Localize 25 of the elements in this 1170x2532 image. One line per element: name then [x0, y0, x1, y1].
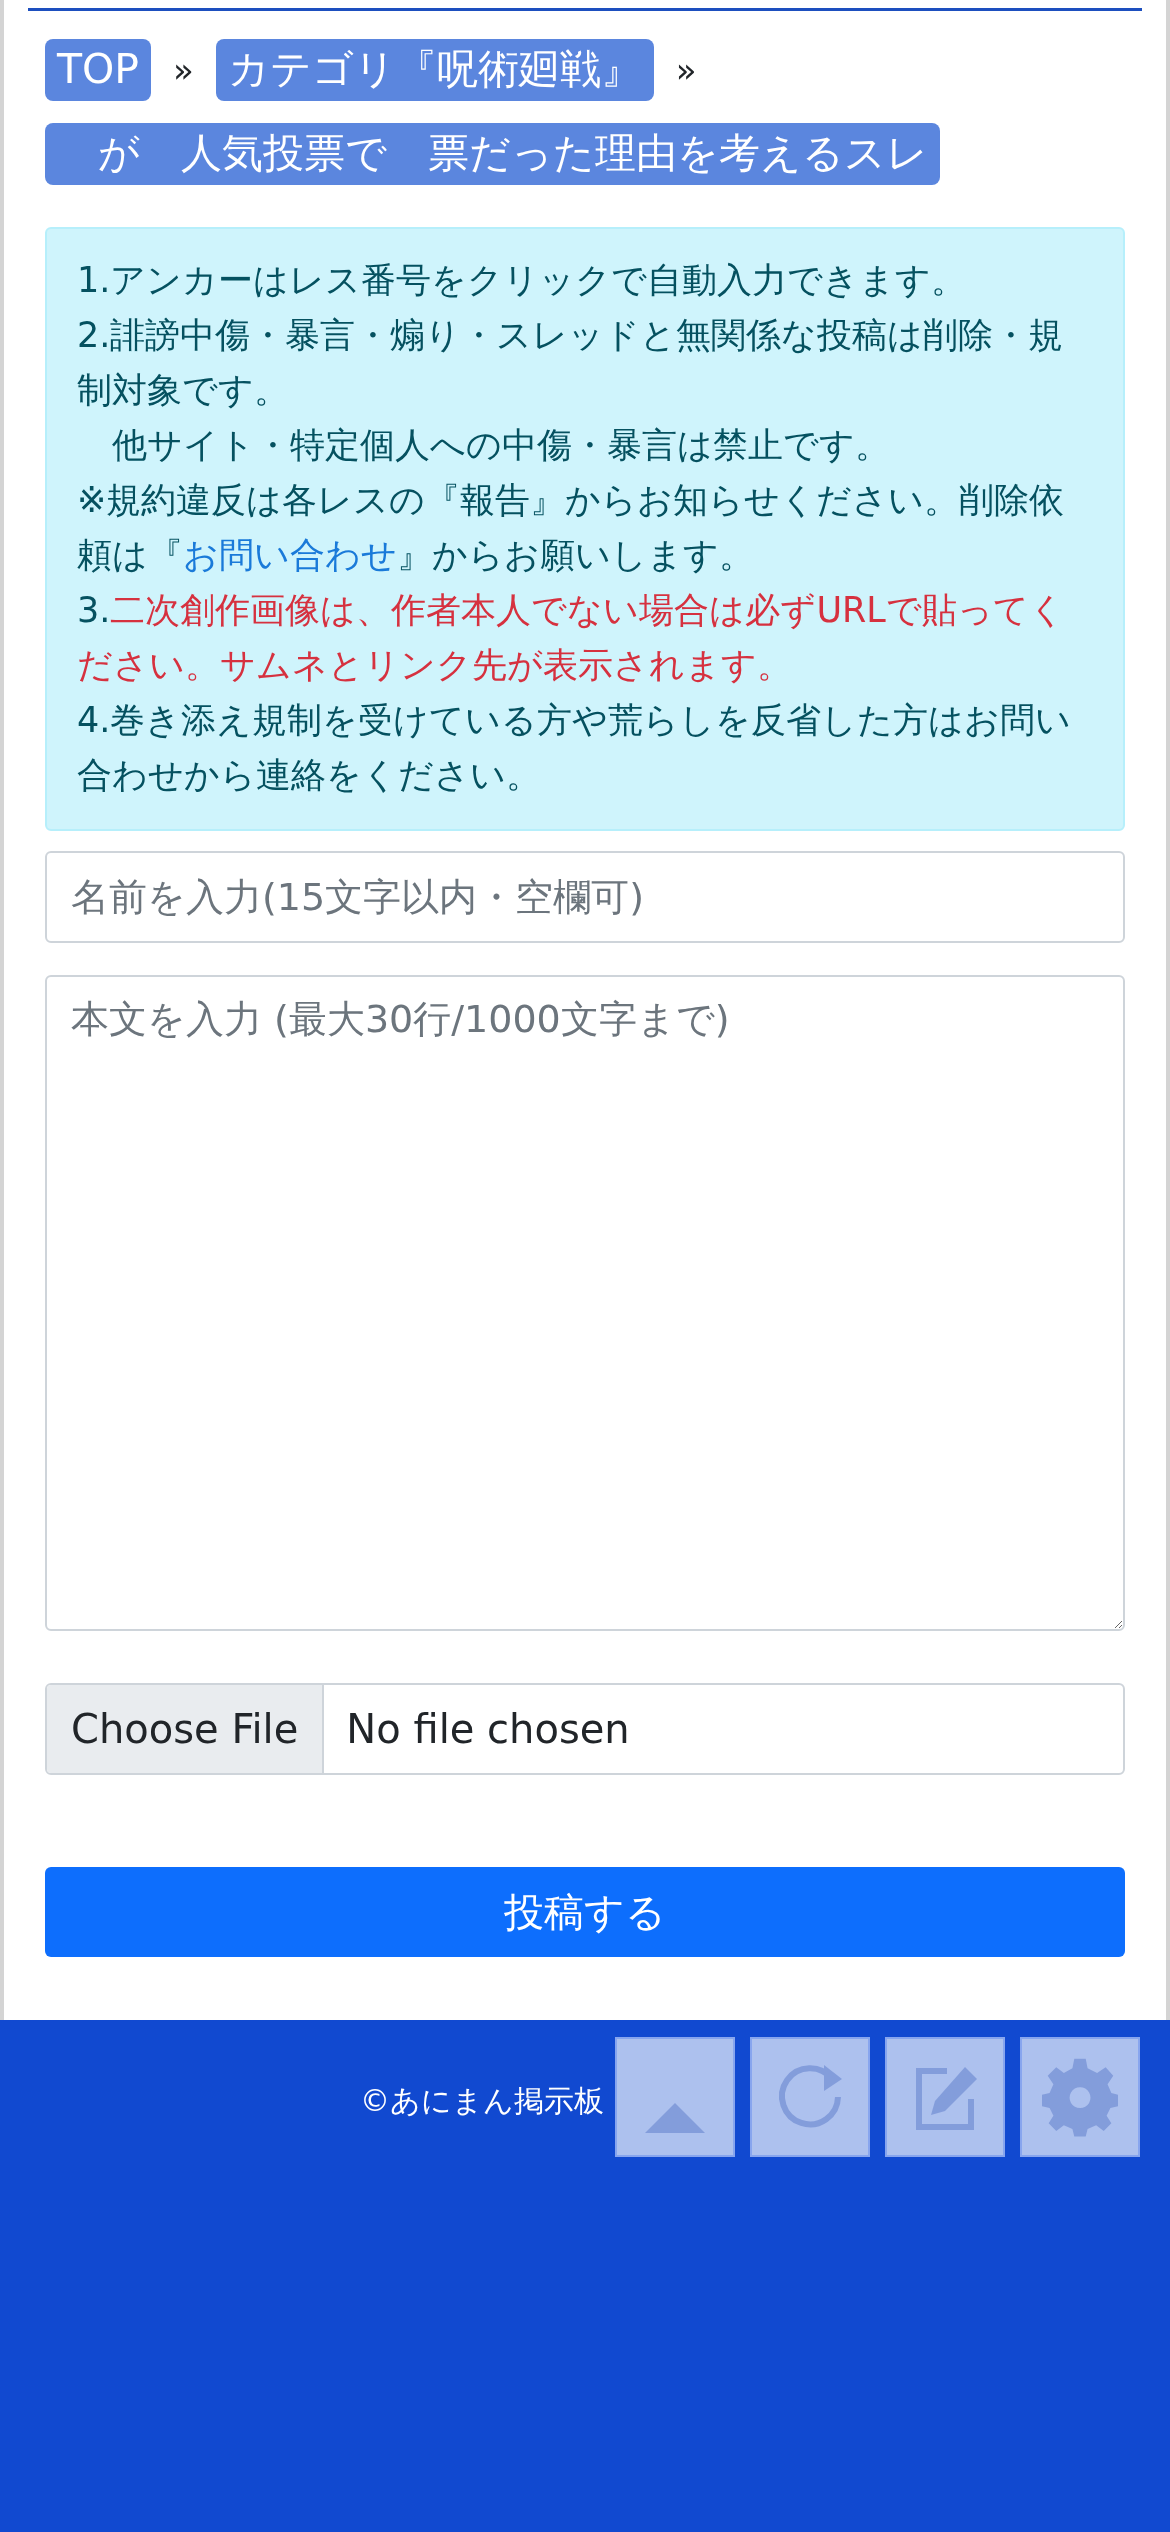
submit-button[interactable]: 投稿する: [45, 1867, 1125, 1957]
scroll-top-button[interactable]: [615, 2037, 735, 2157]
notice-text: 2.誹謗中傷・暴言・煽り・スレッドと無関係な投稿は削除・規制対象です。: [77, 314, 1065, 412]
breadcrumb-separator: »: [173, 48, 194, 92]
scroll-top-icon: [645, 2103, 705, 2133]
breadcrumb-separator: »: [675, 48, 697, 92]
body-textarea[interactable]: 本文を入力 (最大30行/1000文字まで): [45, 975, 1125, 1631]
copyright-text: ©あにまん掲示板: [360, 2082, 604, 2120]
notice-text: 他サイト・特定個人への中傷・暴言は禁止です。: [111, 424, 891, 467]
edit-button[interactable]: [885, 2037, 1005, 2157]
file-status: No file chosen: [345, 1705, 631, 1754]
breadcrumb-link[interactable]: TOP: [45, 39, 152, 101]
reload-button[interactable]: [750, 2037, 870, 2157]
settings-icon: [1040, 2057, 1120, 2137]
settings-button[interactable]: [1020, 2037, 1140, 2157]
notice-text: ※規約違反は各レスの『報告』からお知らせください。削除依頼は『お問い合わせ』からお願いします。: [77, 479, 1066, 577]
notice-text: 1.アンカーはレス番号をクリックで自動入力できます。: [77, 259, 968, 302]
name-input-field[interactable]: 名前を入力(15文字以内・空欄可): [45, 851, 1125, 943]
notice-text: 4.巻き添え規制を受けている方や荒らしを反省した方はお問い合わせから連絡をください。: [77, 699, 1073, 797]
contact-link[interactable]: お問い合わせ: [183, 535, 397, 575]
notice-text: 3.二次創作画像は、作者本人でない場合は必ずURLで貼ってください。サムネとリンク先が表示されます。: [77, 589, 1066, 687]
breadcrumb-link[interactable]: が 人気投票で 票だった理由を考えるスレ: [45, 123, 940, 185]
file-input[interactable]: Choose File No file chosen: [45, 1683, 1125, 1775]
choose-file-button[interactable]: Choose File: [47, 1685, 325, 1773]
breadcrumb-link[interactable]: カテゴリ『呪術廻戦』: [215, 39, 654, 101]
